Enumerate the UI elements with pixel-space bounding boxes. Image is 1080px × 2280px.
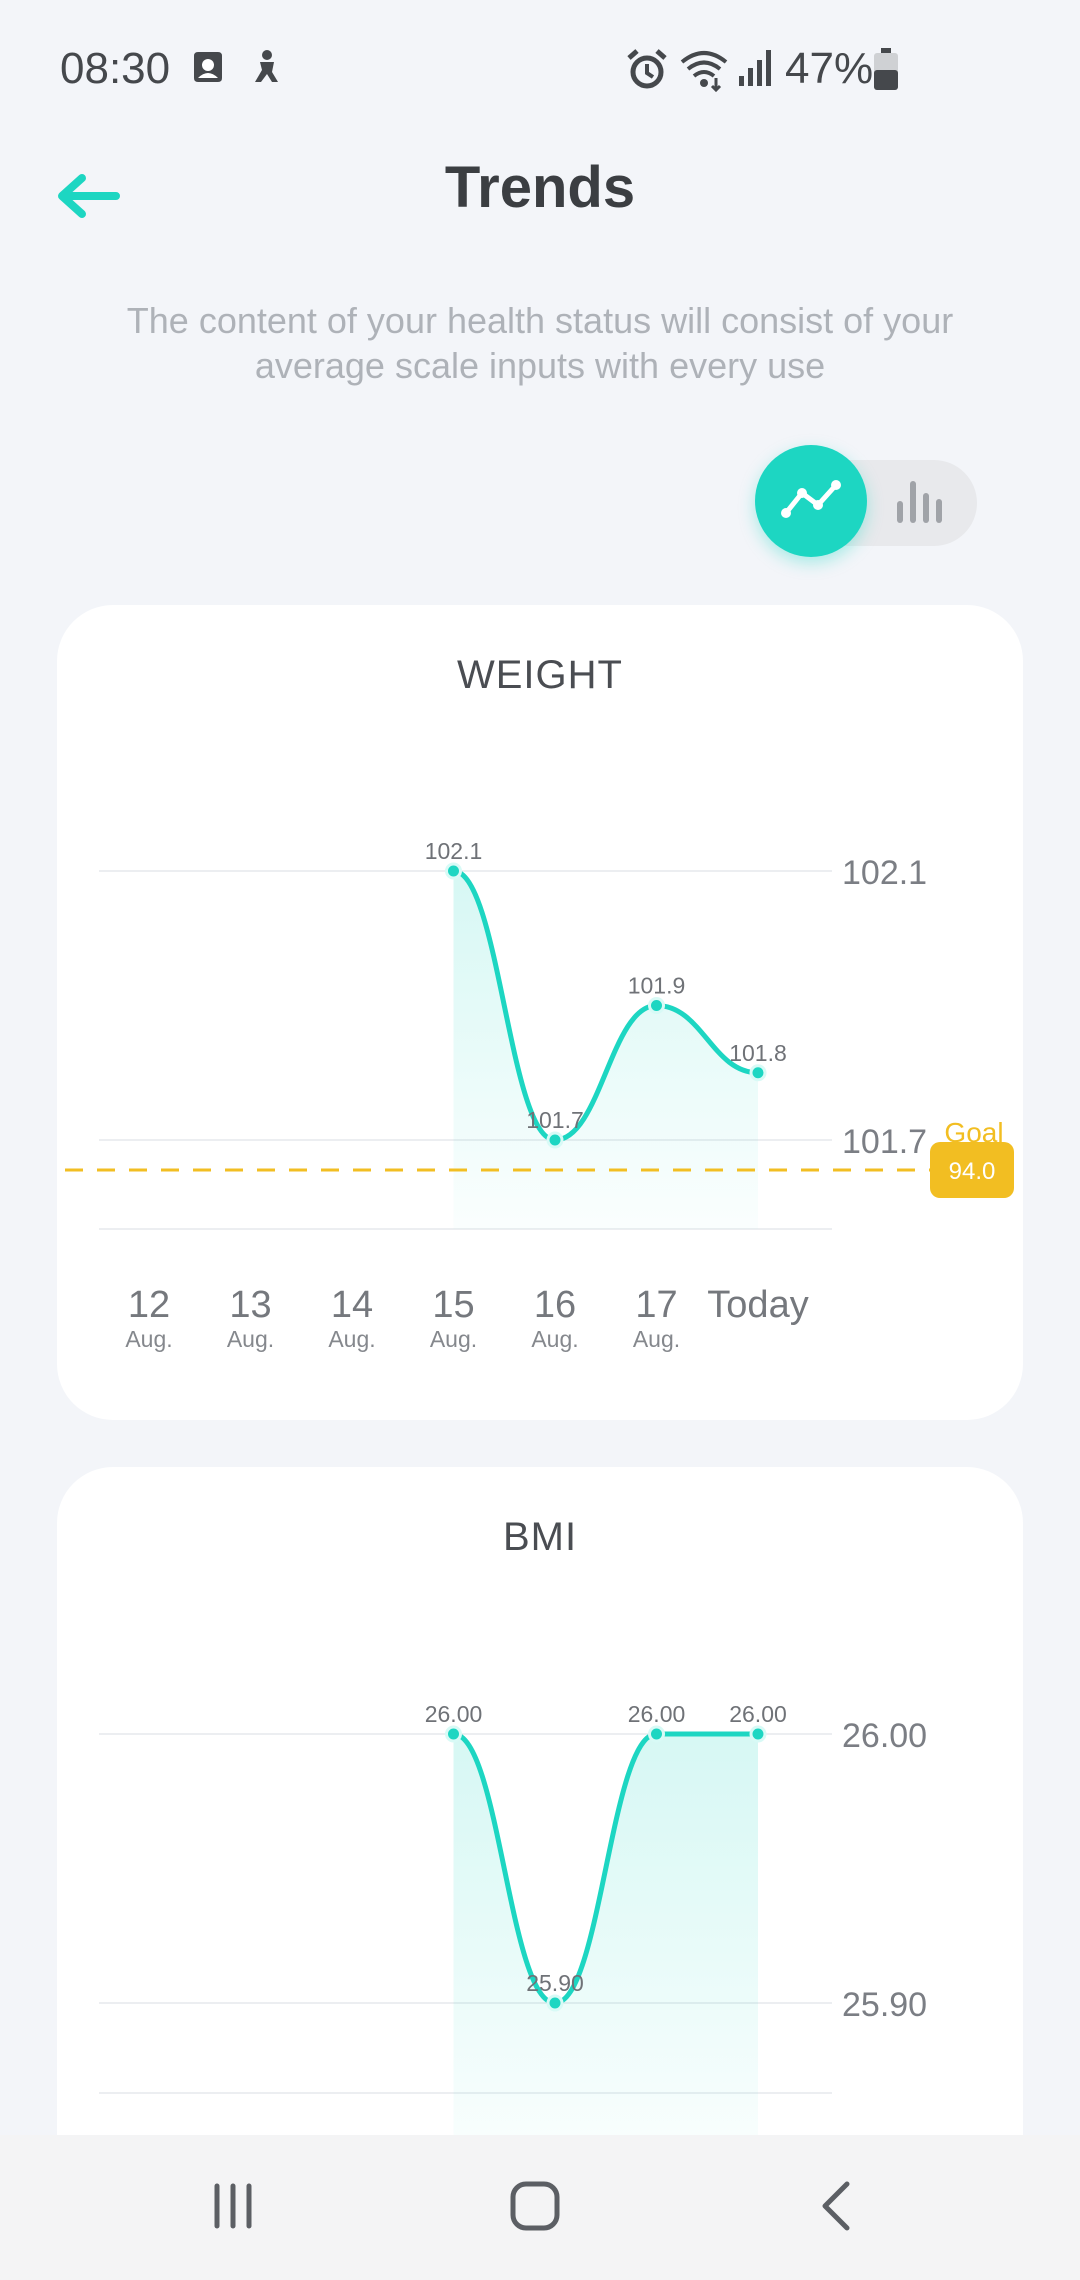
data-point: [445, 1725, 462, 1743]
lock-icon: [188, 48, 228, 93]
data-label: 25.90: [526, 1970, 584, 1996]
recents-button[interactable]: [188, 2163, 278, 2253]
recents-icon: [209, 2182, 257, 2235]
page-title: Trends: [444, 155, 636, 220]
home-icon: [509, 2180, 561, 2237]
battery-percent: 47%: [785, 44, 874, 93]
y-tick-label: 26.00: [842, 1717, 927, 1755]
bar-chart-icon: [894, 476, 944, 531]
line-chart-button[interactable]: [755, 445, 867, 557]
wifi-icon: [678, 48, 730, 97]
status-bar: 08:30 47%: [0, 0, 1080, 140]
bmi-chart: 26.00 25.90 26.00 25.90 26.00 26.00: [99, 1701, 927, 2167]
weight-chart-card: WEIGHT 102.1 101.7 102.1 101.7 101.9 101.8 12 A…: [57, 605, 1023, 1420]
data-label: 101.7: [526, 1107, 584, 1133]
x-tick-month: Aug.: [633, 1326, 680, 1352]
system-nav-bar: [0, 2135, 1080, 2280]
data-point: [546, 1994, 564, 2012]
description-text: The content of your health status will c…: [126, 300, 954, 386]
x-tick-day: 12: [128, 1284, 170, 1326]
data-label: 101.8: [729, 1040, 787, 1066]
series-area: [453, 1734, 758, 2167]
back-icon: [817, 2180, 857, 2237]
data-label: 26.00: [425, 1701, 483, 1727]
y-tick-label: 25.90: [842, 1986, 927, 2024]
x-tick-day: Today: [707, 1284, 808, 1326]
x-tick-month: Aug.: [328, 1326, 375, 1352]
home-button[interactable]: [490, 2163, 580, 2253]
status-time: 08:30: [60, 44, 171, 93]
data-point: [648, 997, 665, 1014]
data-point: [749, 1064, 767, 1082]
figure-icon: [246, 48, 286, 93]
x-tick-day: 17: [635, 1284, 677, 1326]
signal-icon: [735, 48, 775, 93]
data-label: 26.00: [729, 1701, 787, 1727]
y-tick-label: 102.1: [842, 854, 927, 892]
bar-chart-button[interactable]: [883, 467, 955, 539]
x-tick-month: Aug.: [125, 1326, 172, 1352]
alarm-icon: [625, 48, 669, 97]
weight-chart: 102.1101.7102.1101.7101.9101.812Aug.13Au…: [65, 838, 1014, 1352]
chart-type-toggle[interactable]: [755, 445, 979, 557]
x-tick-day: 16: [534, 1284, 576, 1326]
bmi-chart-card: BMI 26.00 25.90 26.00 25.90 26.00 26.00: [57, 1467, 1023, 2187]
data-point: [648, 1725, 665, 1743]
x-tick-day: 14: [331, 1284, 373, 1326]
data-label: 102.1: [425, 838, 483, 864]
x-tick-month: Aug.: [531, 1326, 578, 1352]
x-tick-day: 13: [229, 1284, 271, 1326]
series-area: [453, 871, 758, 1229]
data-point: [445, 862, 462, 880]
data-point: [749, 1725, 767, 1743]
data-point: [546, 1131, 564, 1149]
header: Trends: [0, 140, 1080, 270]
data-label: 26.00: [628, 1701, 686, 1727]
nav-back-button[interactable]: [792, 2163, 882, 2253]
x-tick-month: Aug.: [227, 1326, 274, 1352]
x-tick-month: Aug.: [430, 1326, 477, 1352]
y-tick-label: 101.7: [842, 1123, 927, 1161]
x-tick-day: 15: [432, 1284, 474, 1326]
data-label: 101.9: [628, 973, 686, 999]
battery-icon: [872, 48, 900, 97]
line-chart-icon: [780, 477, 842, 526]
goal-value: 94.0: [949, 1158, 996, 1185]
